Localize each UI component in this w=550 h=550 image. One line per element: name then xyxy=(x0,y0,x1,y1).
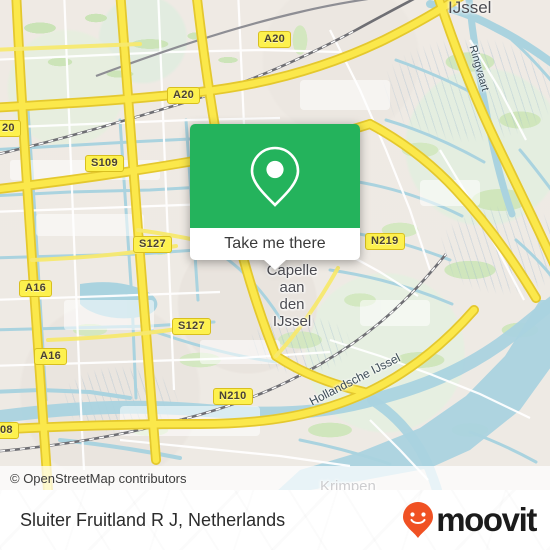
moovit-smiley-pin-icon xyxy=(403,502,434,538)
road-shield-s108-edge[interactable]: 08 xyxy=(0,422,19,439)
take-me-there-button[interactable]: Take me there xyxy=(190,228,360,260)
road-shield-a20-top[interactable]: A20 xyxy=(258,31,292,48)
place-label-capelle-aan-den-ijssel: Capelle aan den IJssel xyxy=(266,262,318,330)
location-title: Sluiter Fruitland R J, Netherlands xyxy=(20,509,286,530)
place-label-ijssel: IJssel xyxy=(448,0,492,17)
moovit-logo[interactable]: moovit xyxy=(402,501,537,539)
footer-bar: Sluiter Fruitland R J, Netherlands moovi… xyxy=(0,490,550,550)
osm-attribution[interactable]: © OpenStreetMap contributors xyxy=(0,466,550,490)
road-shield-a16-lower[interactable]: A16 xyxy=(34,348,68,365)
map-screenshot: A20 A20 20 S109 S127 A16 S127 A16 N219 N… xyxy=(0,0,550,550)
take-me-there-label: Take me there xyxy=(224,235,326,252)
road-shield-s127-upper[interactable]: S127 xyxy=(133,236,172,253)
road-shield-s127-lower[interactable]: S127 xyxy=(172,318,211,335)
map-pin-icon xyxy=(250,146,300,207)
road-shield-n219[interactable]: N219 xyxy=(365,233,405,250)
moovit-wordmark: moovit xyxy=(436,501,537,538)
road-shield-a20-edge[interactable]: 20 xyxy=(0,120,21,137)
road-shield-s109[interactable]: S109 xyxy=(85,155,124,172)
popup-pointer-tail xyxy=(264,260,286,270)
osm-attribution-text: © OpenStreetMap contributors xyxy=(10,470,187,486)
road-shield-a16-upper[interactable]: A16 xyxy=(19,280,53,297)
road-shield-n210[interactable]: N210 xyxy=(213,388,253,405)
location-popup-card[interactable]: Take me there xyxy=(190,124,360,270)
road-shield-a20-left[interactable]: A20 xyxy=(167,87,201,104)
popup-header xyxy=(190,124,360,228)
